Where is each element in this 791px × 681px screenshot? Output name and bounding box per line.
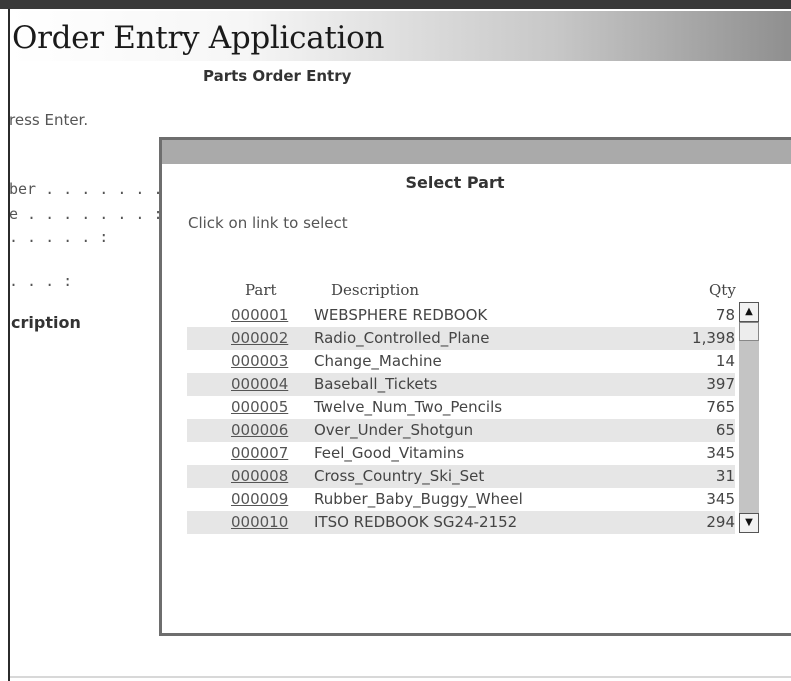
part-quantity: 345: [706, 444, 735, 462]
part-link[interactable]: 000001: [231, 306, 288, 324]
list-item: 000007 Feel_Good_Vitamins 345: [187, 442, 735, 465]
page-subtitle: Parts Order Entry: [203, 67, 352, 85]
part-description: Twelve_Num_Two_Pencils: [314, 398, 503, 416]
part-link[interactable]: 000008: [231, 467, 288, 485]
part-link[interactable]: 000006: [231, 421, 288, 439]
list-item: 000002 Radio_Controlled_Plane 1,398: [187, 327, 735, 350]
part-quantity: 345: [706, 490, 735, 508]
part-description: Feel_Good_Vitamins: [314, 444, 465, 462]
column-header-part: Part: [245, 281, 277, 299]
list-item: 000005 Twelve_Num_Two_Pencils 765: [187, 396, 735, 419]
part-link[interactable]: 000009: [231, 490, 288, 508]
dialog-title: Select Part: [405, 173, 505, 192]
list-item: 000009 Rubber_Baby_Buggy_Wheel 345: [187, 488, 735, 511]
background-field-label: ber . . . . . . .: [9, 180, 163, 198]
part-description: Change_Machine: [314, 352, 442, 370]
scroll-down-arrow-icon[interactable]: ▼: [739, 513, 759, 533]
part-link[interactable]: 000003: [231, 352, 288, 370]
background-instruction: ress Enter.: [9, 111, 89, 129]
dialog-titlebar[interactable]: [162, 140, 791, 164]
part-quantity: 78: [715, 306, 735, 324]
select-part-dialog: Select Part Click on link to select Part…: [159, 137, 791, 636]
background-field-label: . . . :: [9, 272, 73, 290]
part-link[interactable]: 000010: [231, 513, 288, 531]
part-quantity: 65: [715, 421, 735, 439]
part-quantity: 397: [706, 375, 735, 393]
part-link[interactable]: 000005: [231, 398, 288, 416]
vertical-scrollbar[interactable]: ▲ ▼: [739, 302, 759, 533]
part-link[interactable]: 000004: [231, 375, 288, 393]
app-title: Order Entry Application: [12, 20, 385, 56]
part-quantity: 14: [715, 352, 735, 370]
list-item: 000010 ITSO REDBOOK SG24-2152 294: [187, 511, 735, 534]
part-description: Rubber_Baby_Buggy_Wheel: [314, 490, 523, 508]
scroll-thumb[interactable]: [739, 322, 759, 341]
bottom-divider: [10, 676, 791, 678]
column-header-description: Description: [331, 281, 420, 299]
part-quantity: 1,398: [692, 329, 735, 347]
window-top-border: [0, 0, 791, 9]
part-description: WEBSPHERE REDBOOK: [314, 306, 488, 324]
part-quantity: 765: [706, 398, 735, 416]
parts-list: 000001 WEBSPHERE REDBOOK 78 000002 Radio…: [187, 304, 735, 534]
part-description: Over_Under_Shotgun: [314, 421, 474, 439]
part-quantity: 31: [715, 467, 735, 485]
window-left-border: [8, 9, 10, 681]
part-link[interactable]: 000002: [231, 329, 288, 347]
column-header-qty: Qty: [709, 281, 736, 299]
part-link[interactable]: 000007: [231, 444, 288, 462]
app-title-bar: Order Entry Application: [10, 11, 791, 61]
part-description: Baseball_Tickets: [314, 375, 438, 393]
dialog-instruction: Click on link to select: [188, 214, 348, 232]
part-quantity: 294: [706, 513, 735, 531]
list-item: 000001 WEBSPHERE REDBOOK 78: [187, 304, 735, 327]
background-column-header: cription: [11, 313, 81, 332]
background-field-label: . . . . . :: [9, 228, 109, 246]
part-description: ITSO REDBOOK SG24-2152: [314, 513, 518, 531]
background-field-label: e . . . . . . . :: [9, 205, 163, 223]
part-description: Cross_Country_Ski_Set: [314, 467, 485, 485]
part-description: Radio_Controlled_Plane: [314, 329, 490, 347]
scroll-up-arrow-icon[interactable]: ▲: [739, 302, 759, 322]
list-item: 000006 Over_Under_Shotgun 65: [187, 419, 735, 442]
list-item: 000008 Cross_Country_Ski_Set 31: [187, 465, 735, 488]
list-item: 000003 Change_Machine 14: [187, 350, 735, 373]
list-item: 000004 Baseball_Tickets 397: [187, 373, 735, 396]
